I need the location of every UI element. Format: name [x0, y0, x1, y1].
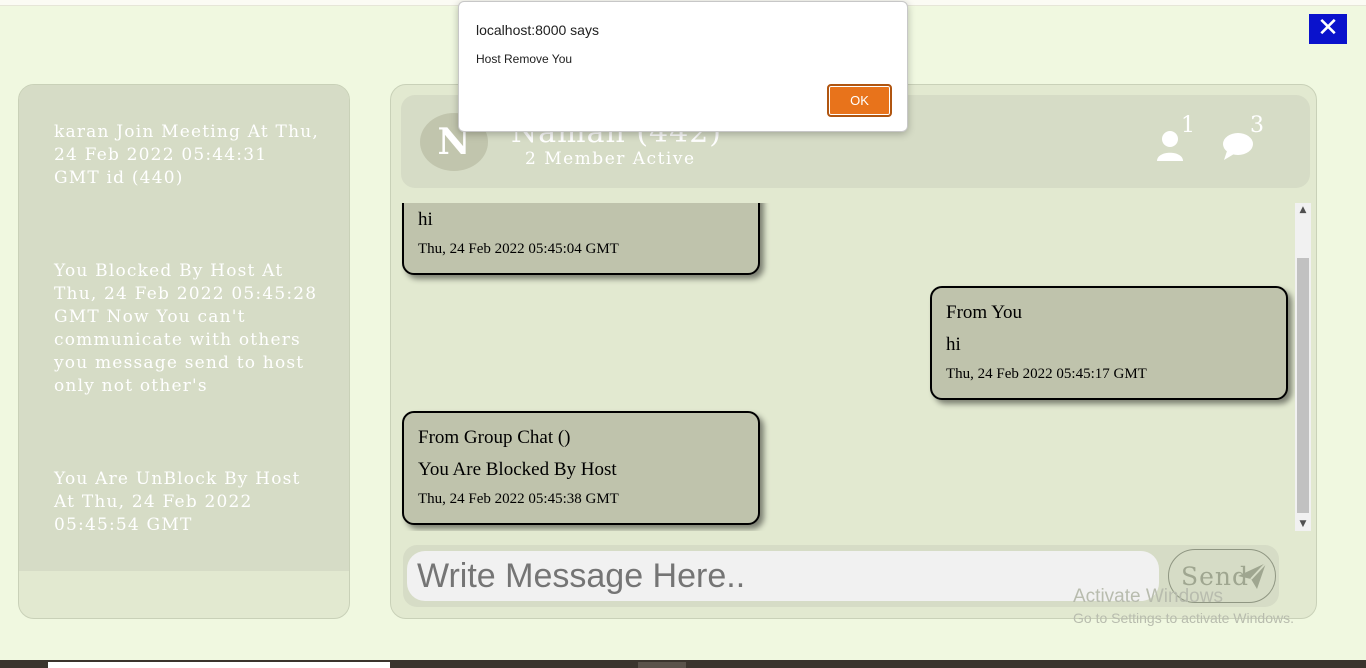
message-text: hi: [946, 334, 961, 355]
dialog-message: Host Remove You: [476, 52, 573, 66]
message-list[interactable]: hi Thu, 24 Feb 2022 05:45:04 GMT From Yo…: [401, 203, 1301, 531]
message-time: Thu, 24 Feb 2022 05:45:17 GMT: [946, 366, 1147, 382]
alert-dialog: localhost:8000 says Host Remove You OK: [458, 1, 908, 132]
notification-item: You Are UnBlock By Host At Thu, 24 Feb 2…: [54, 469, 301, 535]
dialog-title: localhost:8000 says: [476, 22, 599, 38]
ok-button[interactable]: OK: [827, 84, 892, 117]
taskbar-strip: [0, 660, 1366, 668]
scroll-down-icon[interactable]: ▼: [1295, 517, 1311, 531]
scroll-up-icon[interactable]: ▲: [1295, 203, 1311, 217]
message-sender: From Group Chat (): [418, 427, 571, 448]
chat-panel: N Naman (442) 2 Member Active 1 3 hi Thu…: [390, 84, 1317, 619]
notification-panel: karan Join Meeting At Thu, 24 Feb 2022 0…: [18, 84, 350, 619]
notification-item: You Blocked By Host At Thu, 24 Feb 2022 …: [54, 261, 318, 396]
message-bubble: From Group Chat () You Are Blocked By Ho…: [402, 411, 760, 525]
watermark-subtitle: Go to Settings to activate Windows.: [1073, 610, 1294, 626]
message-time: Thu, 24 Feb 2022 05:45:38 GMT: [418, 491, 619, 507]
message-bubble-own: From You hi Thu, 24 Feb 2022 05:45:17 GM…: [930, 286, 1288, 400]
messages-count: 3: [1250, 113, 1264, 138]
watermark-title: Activate Windows: [1073, 586, 1223, 607]
close-button[interactable]: ✕: [1309, 14, 1347, 44]
message-time: Thu, 24 Feb 2022 05:45:04 GMT: [418, 241, 619, 257]
scrollbar-thumb[interactable]: [1297, 258, 1309, 513]
message-text: You Are Blocked By Host: [418, 459, 617, 480]
message-bubble: hi Thu, 24 Feb 2022 05:45:04 GMT: [402, 203, 760, 275]
taskbar-segment: [48, 662, 390, 668]
close-icon: ✕: [1317, 13, 1339, 43]
windows-activation-watermark: Activate Windows Go to Settings to activ…: [1073, 586, 1294, 626]
active-members-text: 2 Member Active: [525, 149, 696, 169]
members-count: 1: [1181, 113, 1195, 138]
message-text: hi: [418, 209, 433, 230]
notification-item: karan Join Meeting At Thu, 24 Feb 2022 0…: [54, 122, 319, 188]
message-scrollbar[interactable]: ▲ ▼: [1295, 203, 1311, 531]
message-sender: From You: [946, 302, 1023, 323]
message-input[interactable]: [407, 551, 1159, 601]
taskbar-segment: [638, 662, 686, 668]
notification-list: karan Join Meeting At Thu, 24 Feb 2022 0…: [19, 85, 349, 571]
